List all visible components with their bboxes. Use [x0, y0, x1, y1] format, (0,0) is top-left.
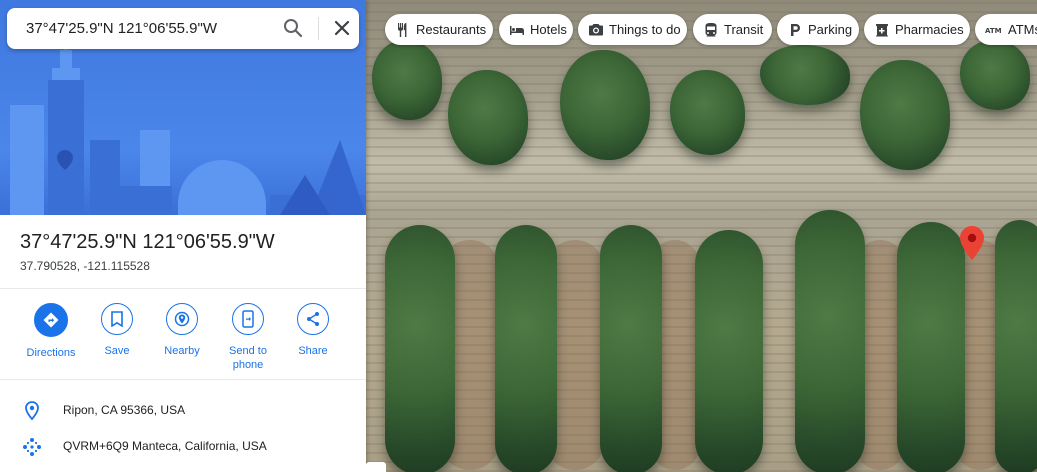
share-icon: [307, 312, 319, 326]
fork-knife-icon: [398, 22, 407, 37]
action-label: Share: [298, 345, 328, 357]
chip-label: Restaurants: [416, 22, 487, 37]
action-label: Save: [104, 345, 130, 357]
plus-code-row[interactable]: QVRM+6Q9 Manteca, California, USA: [0, 429, 366, 465]
chip-label: Hotels: [530, 22, 567, 37]
action-label: Directions: [26, 347, 76, 359]
pharmacy-icon: [876, 23, 888, 36]
address-text: Ripon, CA 95366, USA: [63, 403, 186, 417]
directions-icon: [43, 312, 59, 328]
bookmark-icon: [111, 311, 123, 327]
chip-label: Things to do: [609, 22, 681, 37]
camera-icon: [589, 23, 603, 35]
train-icon: [705, 22, 717, 36]
action-label: Send to phone: [229, 345, 267, 371]
chip-things-to-do[interactable]: Things to do: [578, 14, 687, 45]
action-label: Nearby: [164, 345, 200, 357]
close-icon[interactable]: [330, 16, 354, 40]
chip-parking[interactable]: Parking: [777, 14, 859, 45]
search-divider: [318, 17, 319, 40]
share-button[interactable]: Share: [278, 303, 348, 358]
directions-button[interactable]: Directions: [16, 303, 86, 360]
chip-pharmacies[interactable]: Pharmacies: [864, 14, 970, 45]
chip-transit[interactable]: Transit: [693, 14, 772, 45]
chip-atms[interactable]: ATM ATMs: [975, 14, 1037, 45]
address-row[interactable]: Ripon, CA 95366, USA: [0, 393, 366, 429]
parking-icon: [791, 23, 800, 36]
nearby-button[interactable]: Nearby: [147, 303, 217, 358]
search-box[interactable]: [7, 8, 359, 49]
phone-icon: [242, 310, 254, 328]
chip-label: ATMs: [1008, 22, 1037, 37]
place-title: 37°47'25.9"N 121°06'55.9"W: [20, 231, 275, 253]
atm-icon: ATM: [985, 27, 1002, 35]
divider: [0, 379, 366, 380]
place-coordinates: 37.790528, -121.115528: [20, 259, 150, 273]
svg-text:ATM: ATM: [985, 27, 1002, 35]
chip-label: Parking: [808, 22, 853, 37]
bed-icon: [510, 25, 524, 35]
search-icon[interactable]: [281, 16, 305, 40]
chip-label: Pharmacies: [895, 22, 964, 37]
plus-code-icon: [23, 438, 41, 456]
chip-restaurants[interactable]: Restaurants: [385, 14, 493, 45]
collapse-panel-button[interactable]: [366, 462, 386, 472]
save-button[interactable]: Save: [82, 303, 152, 358]
place-panel: 37°47'25.9"N 121°06'55.9"W 37.790528, -1…: [0, 0, 366, 472]
chip-label: Transit: [724, 22, 764, 37]
plus-code-text: QVRM+6Q9 Manteca, California, USA: [63, 439, 267, 453]
send-to-phone-button[interactable]: Send to phone: [213, 303, 283, 372]
nearby-icon: [174, 311, 190, 327]
search-input[interactable]: [26, 8, 256, 49]
divider: [0, 288, 366, 289]
location-marker-icon[interactable]: [960, 226, 984, 260]
chip-hotels[interactable]: Hotels: [499, 14, 573, 45]
location-pin-icon: [25, 401, 39, 421]
